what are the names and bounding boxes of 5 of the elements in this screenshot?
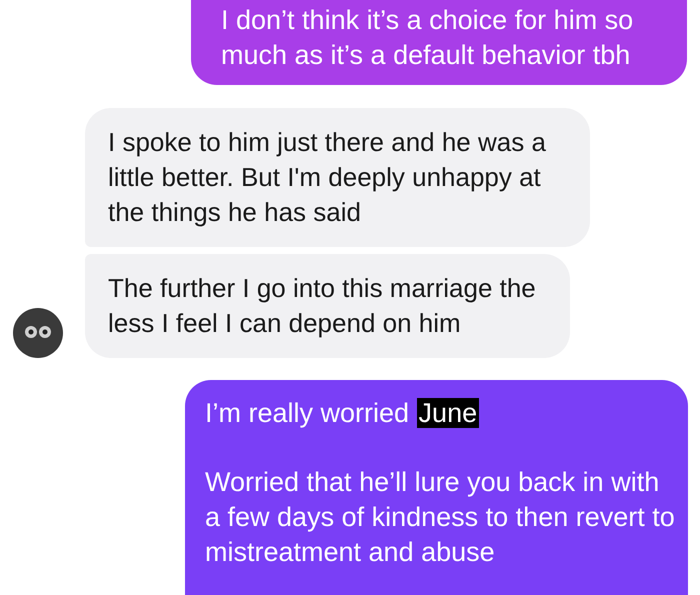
message-text: The further I go into this marriage the less I feel I can depend on him (108, 272, 537, 340)
message-text: I’m really worried June (205, 397, 480, 430)
message-text: I spoke to him just there and he was a little better. But I'm deeply unhappy at the things he has said (108, 126, 547, 229)
message-text: I don’t think it’s a choice for him so much as it’s a default behavior tbh (221, 4, 634, 72)
message-text: Worried that he’ll lure you back in with a few days of kindness to then revert to mistreatment and abuse (205, 466, 676, 569)
